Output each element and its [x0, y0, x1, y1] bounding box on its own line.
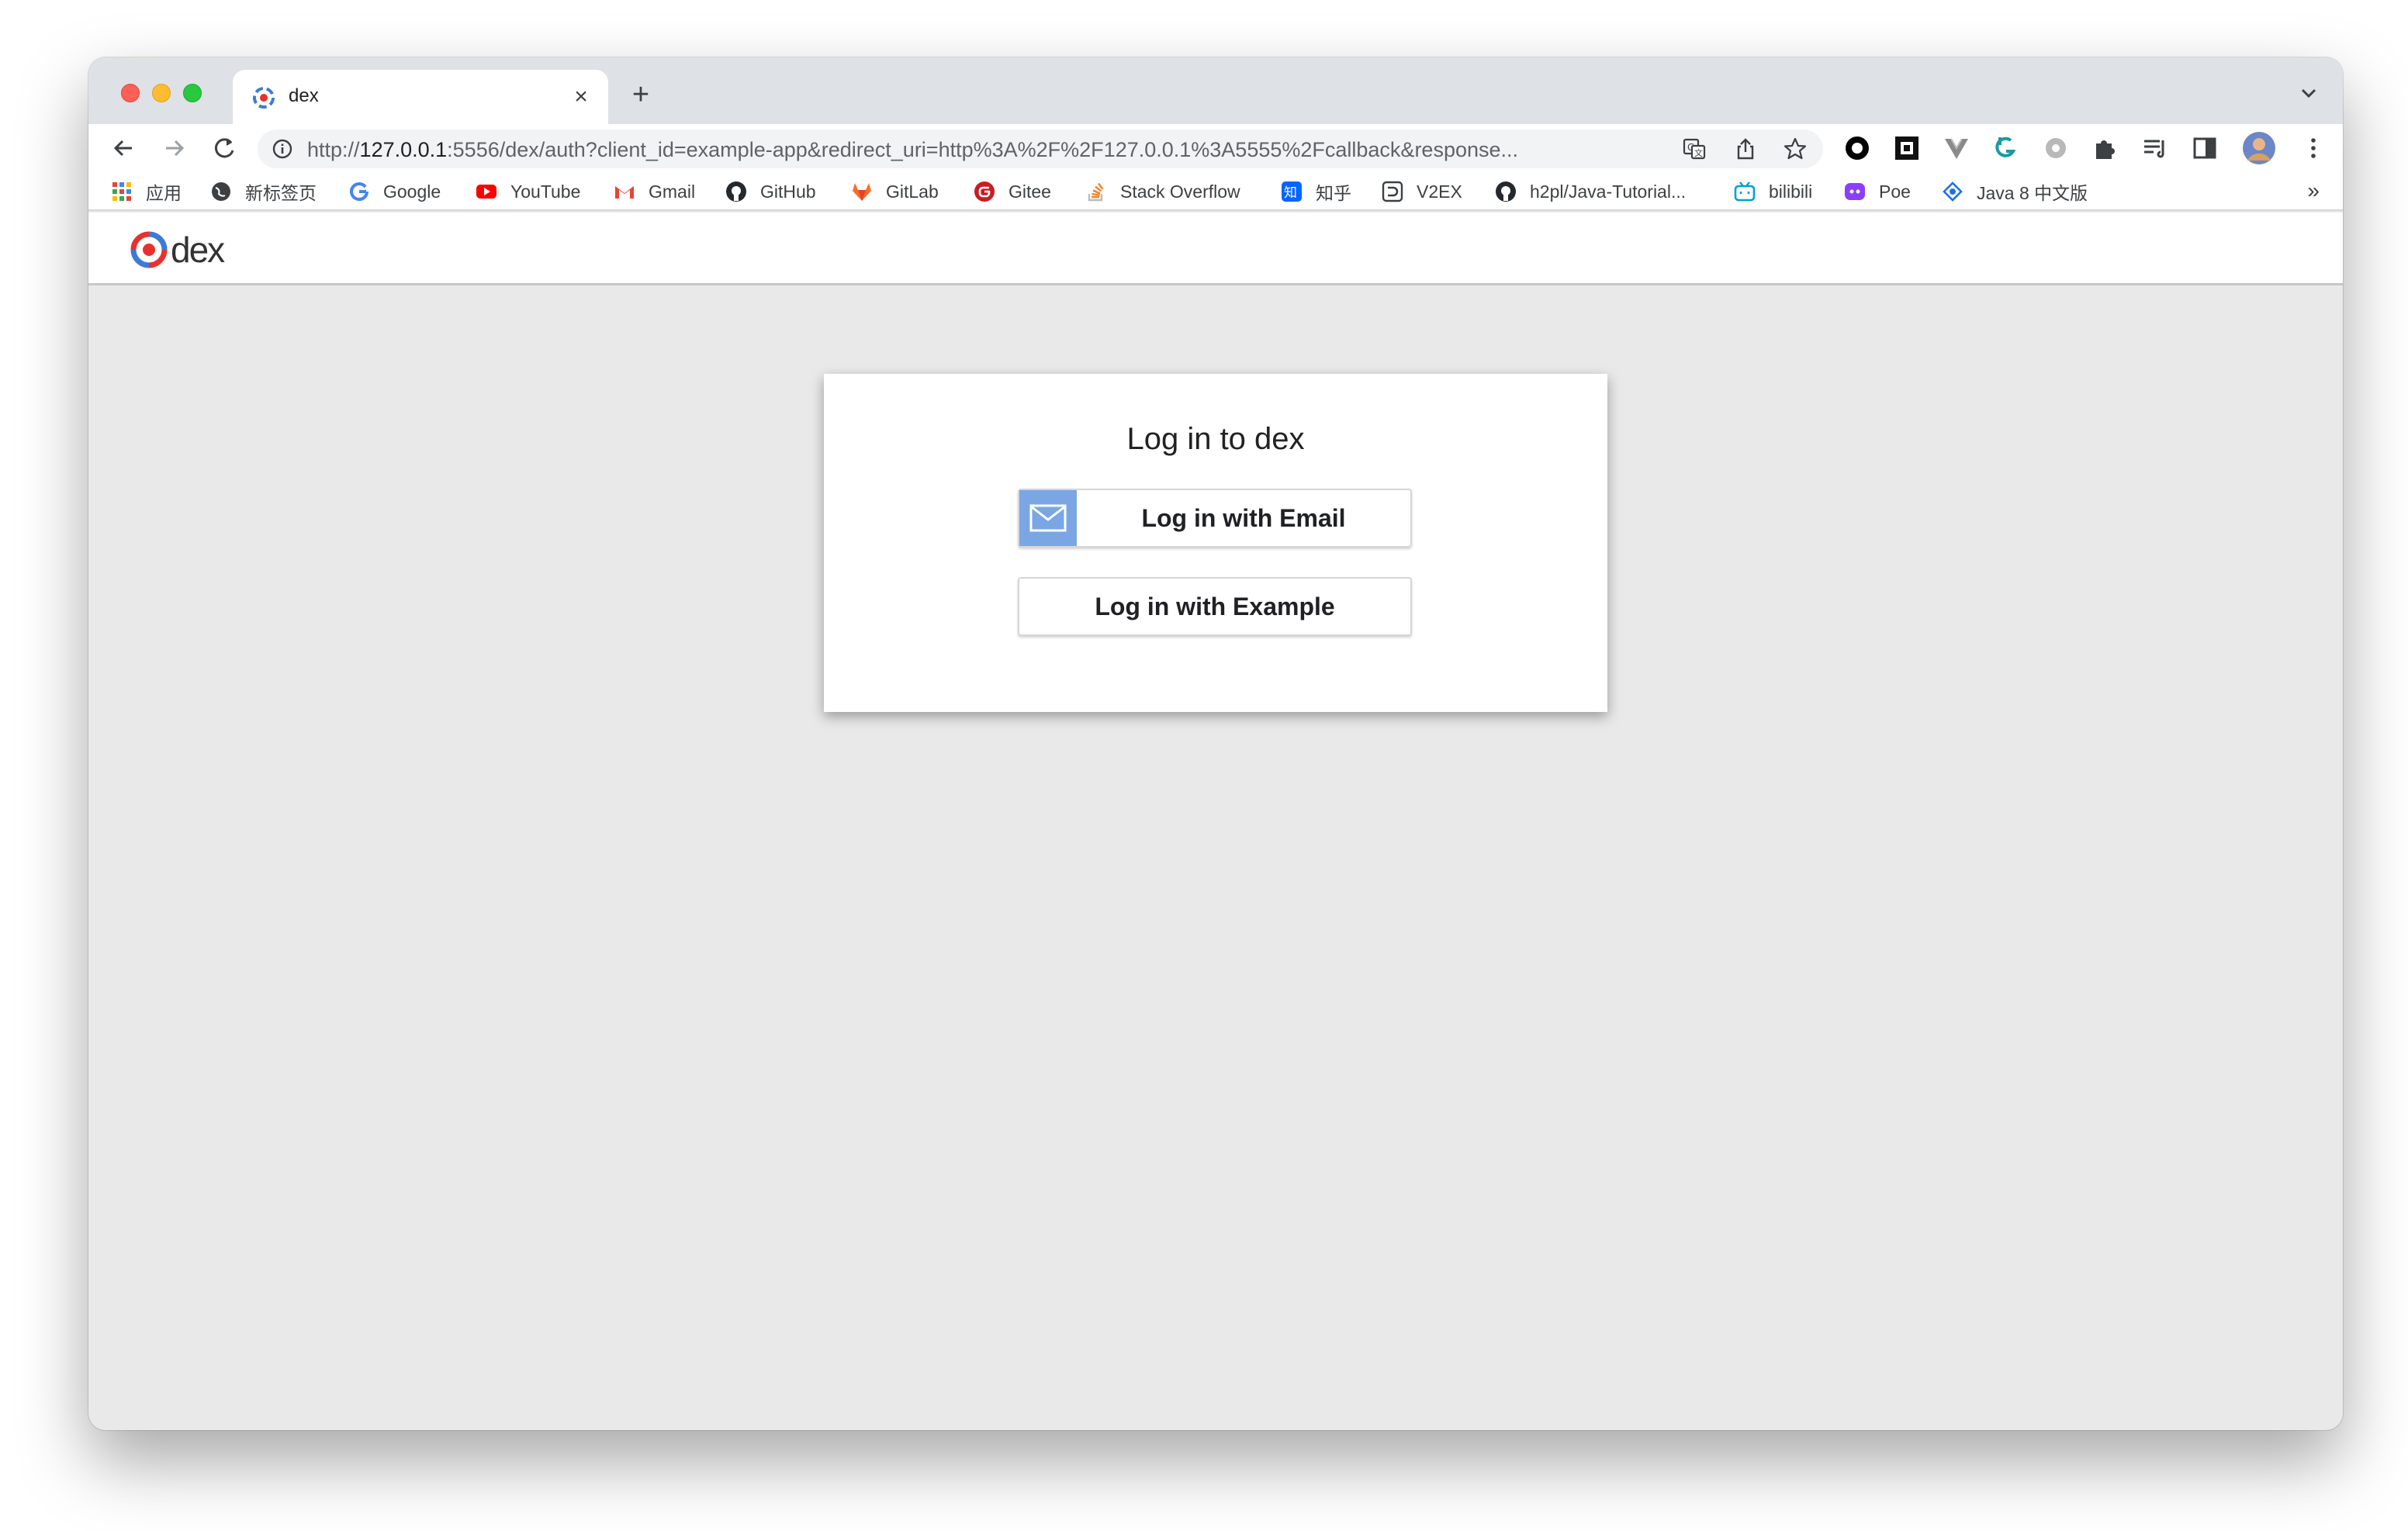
bookmark-gitlab[interactable]: GitLab [850, 178, 939, 205]
bookmark-label: Java 8 中文版 [1977, 183, 2088, 203]
browser-window: dex × + http://127.0.0.1:5556/dex/auth?c… [88, 57, 2343, 1430]
close-window-button[interactable] [121, 84, 140, 102]
google-icon [348, 180, 371, 203]
dex-logo-icon [251, 85, 276, 110]
github-icon [1494, 180, 1517, 203]
side-panel-icon[interactable] [2191, 134, 2219, 162]
bookmark-label: GitHub [760, 181, 816, 202]
bookmark-h2pl[interactable]: h2pl/Java-Tutorial... [1494, 178, 1686, 205]
tab-dex[interactable]: dex × [233, 70, 608, 124]
browser-toolbar: http://127.0.0.1:5556/dex/auth?client_id… [88, 124, 2343, 172]
bookmark-apps[interactable]: 应用 [110, 178, 182, 205]
bookmark-gitee[interactable]: Gitee [973, 178, 1051, 205]
extension-circle-icon[interactable] [1843, 134, 1871, 162]
login-with-example-button[interactable]: Log in with Example [1018, 577, 1412, 636]
bookmark-label: bilibili [1769, 181, 1813, 202]
site-header: dex [88, 213, 2343, 285]
tab-title: dex [289, 85, 319, 106]
translate-icon[interactable]: G文 [1682, 137, 1707, 161]
address-bar[interactable]: http://127.0.0.1:5556/dex/auth?client_id… [258, 130, 1823, 168]
maximize-window-button[interactable] [183, 84, 202, 102]
dex-logo-icon [130, 231, 168, 268]
github-icon [725, 180, 748, 203]
tab-search-chevron-icon[interactable] [2295, 79, 2323, 107]
logo-text: dex [171, 230, 225, 270]
stackoverflow-icon [1085, 180, 1108, 203]
bookmarks-bar: 应用 新标签页 Google YouTube Gmail GitHub GitL… [88, 172, 2343, 211]
bookmark-bilibili[interactable]: bilibili [1733, 178, 1812, 205]
bookmark-label: V2EX [1417, 181, 1462, 202]
bookmark-label: Gitee [1009, 181, 1051, 202]
url-host: 127.0.0.1 [359, 138, 448, 161]
more-menu-icon[interactable] [2299, 134, 2327, 162]
url-rest: :5556/dex/auth?client_id=example-app&red… [447, 138, 1519, 161]
bookmark-label: h2pl/Java-Tutorial... [1530, 181, 1687, 202]
reload-icon[interactable] [208, 132, 240, 164]
email-icon [1019, 490, 1077, 546]
bookmark-star-icon[interactable] [1783, 137, 1808, 161]
gmail-icon [613, 180, 636, 203]
login-with-email-button[interactable]: Log in with Email [1018, 489, 1412, 548]
bookmark-gmail[interactable]: Gmail [613, 178, 695, 205]
svg-text:知: 知 [1284, 185, 1297, 201]
login-email-label: Log in with Email [1141, 504, 1346, 532]
login-card: Log in to dex Log in with Email Log in w… [824, 374, 1607, 712]
apps-grid-icon [110, 180, 133, 203]
url-prefix: http:// [307, 138, 360, 161]
extension-square-icon[interactable] [1893, 134, 1921, 162]
svg-text:文: 文 [1694, 147, 1703, 158]
bookmarks-overflow-button[interactable]: » [2307, 178, 2320, 203]
bookmark-zhihu[interactable]: 知 知乎 [1280, 178, 1351, 205]
close-tab-icon[interactable]: × [568, 84, 594, 110]
share-icon[interactable] [1733, 137, 1758, 161]
bookmark-label: Gmail [649, 181, 696, 202]
bookmark-google[interactable]: Google [348, 178, 441, 205]
bookmark-stackoverflow[interactable]: Stack Overflow [1085, 178, 1240, 205]
login-example-label: Log in with Example [1095, 593, 1335, 620]
bookmark-label: YouTube [510, 181, 581, 202]
extension-g-icon[interactable] [1992, 134, 2020, 162]
tab-strip: dex × + [88, 57, 2343, 124]
gitlab-icon [850, 180, 874, 203]
globe-icon [209, 180, 233, 203]
zhihu-icon: 知 [1280, 180, 1303, 203]
back-icon[interactable] [107, 132, 140, 164]
bookmark-label: 新标签页 [245, 183, 317, 203]
bilibili-icon [1733, 180, 1756, 203]
minimize-window-button[interactable] [152, 84, 171, 102]
login-title: Log in to dex [1126, 422, 1305, 456]
bookmark-label: 应用 [146, 183, 182, 203]
youtube-icon [475, 180, 498, 203]
java-icon [1941, 180, 1964, 203]
profile-avatar[interactable] [2242, 131, 2276, 165]
poe-icon [1843, 180, 1867, 203]
reading-list-icon[interactable] [2141, 134, 2169, 162]
bookmark-v2ex[interactable]: V2EX [1381, 178, 1462, 205]
bookmark-label: Google [383, 181, 441, 202]
bookmark-label: GitLab [886, 181, 939, 202]
bookmark-newtab[interactable]: 新标签页 [209, 178, 317, 205]
new-tab-button[interactable]: + [624, 78, 658, 112]
url-text[interactable]: http://127.0.0.1:5556/dex/auth?client_id… [307, 138, 1673, 162]
site-info-icon[interactable] [272, 138, 293, 160]
bookmark-label: Stack Overflow [1120, 181, 1240, 202]
extensions-puzzle-icon[interactable] [2091, 134, 2119, 162]
gitee-icon [973, 180, 996, 203]
bookmark-java8[interactable]: Java 8 中文版 [1941, 178, 2088, 205]
extension-vue-icon[interactable] [1943, 134, 1970, 162]
bookmark-label: 知乎 [1316, 183, 1351, 203]
extension-gear-icon[interactable] [2042, 134, 2070, 162]
bookmark-youtube[interactable]: YouTube [475, 178, 580, 205]
dex-logo[interactable]: dex [129, 230, 225, 270]
forward-icon[interactable] [158, 132, 191, 164]
bookmark-label: Poe [1879, 181, 1911, 202]
v2ex-icon [1381, 180, 1404, 203]
bookmark-poe[interactable]: Poe [1843, 178, 1911, 205]
bookmark-github[interactable]: GitHub [725, 178, 816, 205]
